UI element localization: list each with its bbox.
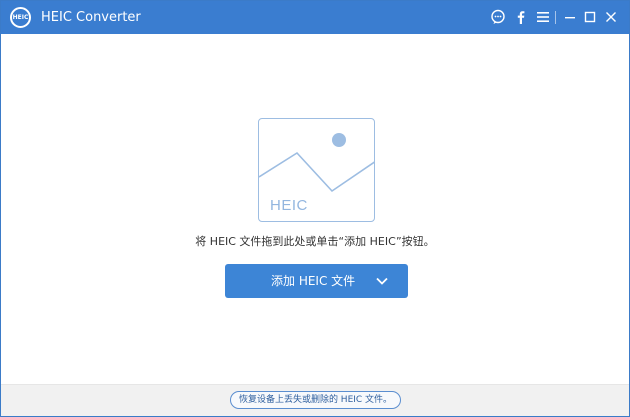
title-bar[interactable]: HEIC HEIC Converter — [1, 1, 629, 34]
titlebar-divider — [555, 11, 556, 24]
app-title: HEIC Converter — [41, 10, 141, 25]
facebook-icon[interactable] — [513, 9, 529, 25]
menu-icon[interactable] — [535, 9, 551, 25]
app-window: HEIC HEIC Converter HEIC 将 HEIC 文件拖到此处或单… — [0, 0, 630, 417]
recover-files-link[interactable]: 恢复设备上丢失或删除的 HEIC 文件。 — [230, 391, 401, 409]
minimize-icon[interactable] — [562, 9, 578, 25]
close-icon[interactable] — [603, 9, 619, 25]
add-heic-file-button[interactable]: 添加 HEIC 文件 — [225, 264, 408, 298]
app-logo-icon: HEIC — [10, 7, 31, 28]
heic-placeholder-image: HEIC — [258, 118, 375, 222]
add-button-label: 添加 HEIC 文件 — [271, 274, 356, 288]
footer-bar: 恢复设备上丢失或删除的 HEIC 文件。 — [1, 384, 629, 416]
drop-hint: 将 HEIC 文件拖到此处或单击“添加 HEIC”按钮。 — [195, 235, 435, 248]
chevron-down-icon[interactable] — [375, 274, 389, 288]
drop-area[interactable]: HEIC 将 HEIC 文件拖到此处或单击“添加 HEIC”按钮。 添加 HEI… — [1, 34, 629, 384]
placeholder-label: HEIC — [270, 197, 308, 214]
maximize-icon[interactable] — [582, 9, 598, 25]
feedback-icon[interactable] — [490, 9, 506, 25]
